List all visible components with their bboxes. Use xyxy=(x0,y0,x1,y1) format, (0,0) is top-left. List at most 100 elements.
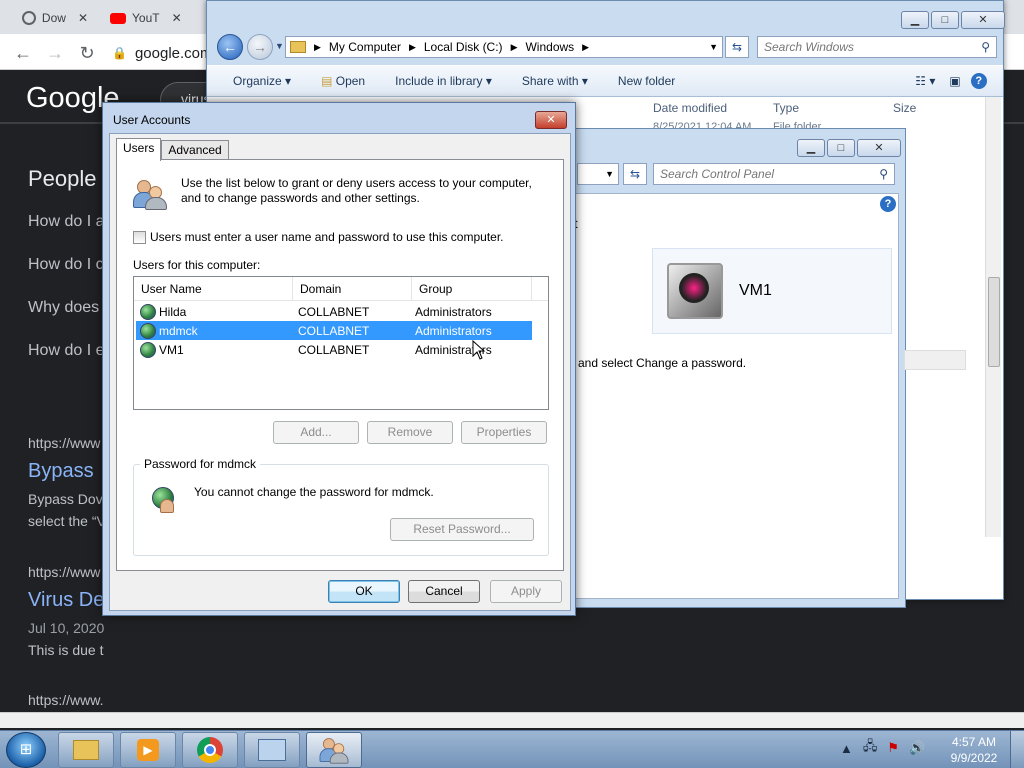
back-icon[interactable]: ← xyxy=(12,42,34,64)
vertical-scrollbar[interactable] xyxy=(985,97,1001,537)
action-center-icon[interactable]: ⚑ xyxy=(887,740,899,756)
column-header-user-name[interactable]: User Name xyxy=(134,277,293,301)
tab-title: Dow xyxy=(41,11,66,25)
paa-question[interactable]: How do I e xyxy=(28,342,104,360)
users-list[interactable]: User Name Domain Group Hilda COLLABNET A… xyxy=(133,276,549,410)
new-folder-button[interactable]: New folder xyxy=(618,74,675,88)
show-desktop-button[interactable] xyxy=(1010,731,1024,768)
breadcrumb-item[interactable]: Windows xyxy=(525,40,574,54)
control-panel-icon xyxy=(258,739,286,761)
apply-button[interactable]: Apply xyxy=(490,580,562,603)
result-cite: https://www xyxy=(28,564,101,580)
column-header-domain[interactable]: Domain xyxy=(293,277,412,301)
horizontal-scrollbar[interactable] xyxy=(0,712,1024,728)
column-header-group[interactable]: Group xyxy=(412,277,532,301)
checkbox-label: Users must enter a user name and passwor… xyxy=(150,230,504,244)
column-header-size[interactable]: Size xyxy=(893,101,916,115)
search-input[interactable]: Search Control Panel ⚲ xyxy=(653,163,895,185)
tab-users[interactable]: Users xyxy=(116,138,162,161)
chrome-tab[interactable]: YouT ✕ xyxy=(102,4,202,32)
refresh-icon[interactable]: ⇆ xyxy=(623,163,647,185)
result-title[interactable]: Bypass xyxy=(28,460,94,483)
properties-button[interactable]: Properties xyxy=(461,421,547,444)
recent-pages-icon[interactable]: ▼ xyxy=(275,41,284,51)
open-button[interactable]: ▤ Open xyxy=(321,74,365,88)
result-snippet: Bypass Dov xyxy=(28,491,103,507)
taskbar-control-panel-button[interactable] xyxy=(244,732,300,768)
must-enter-password-checkbox[interactable]: Users must enter a user name and passwor… xyxy=(133,230,504,244)
reload-icon[interactable]: ↻ xyxy=(76,42,98,64)
minimize-button[interactable]: ▁ xyxy=(797,139,825,157)
close-button[interactable]: ✕ xyxy=(961,11,1005,29)
add-user-button[interactable]: Add... xyxy=(273,421,359,444)
column-header-type[interactable]: Type xyxy=(773,101,799,115)
preview-pane-icon[interactable]: ▣ xyxy=(949,74,960,88)
close-button[interactable]: ✕ xyxy=(857,139,901,157)
chevron-down-icon[interactable]: ▼ xyxy=(577,163,619,185)
include-in-library-menu[interactable]: Include in library ▾ xyxy=(395,74,492,88)
search-input[interactable]: Search Windows ⚲ xyxy=(757,36,997,58)
search-icon[interactable]: ⚲ xyxy=(879,167,888,181)
table-row[interactable]: Hilda COLLABNET Administrators xyxy=(136,302,532,321)
paa-question[interactable]: How do I c xyxy=(28,256,104,274)
scroll-thumb[interactable] xyxy=(988,277,1000,367)
taskbar-user-accounts-button[interactable] xyxy=(306,732,362,768)
result-title[interactable]: Virus De xyxy=(28,589,104,612)
command-bar: Organize ▾ ▤ Open Include in library ▾ S… xyxy=(207,65,1003,97)
forward-icon[interactable]: → xyxy=(44,42,66,64)
taskbar: ⊞ ▶ ▲ 🖧 ⚑ 🔊 4:57 AM 9/9/2022 xyxy=(0,730,1024,768)
dialog-body: Users Advanced Use the list below to gra… xyxy=(109,133,571,611)
taskbar-explorer-button[interactable] xyxy=(58,732,114,768)
chevron-down-icon[interactable]: ▼ xyxy=(709,42,718,52)
close-button[interactable]: ✕ xyxy=(535,111,567,129)
user-picture-icon xyxy=(667,263,723,319)
cancel-button[interactable]: Cancel xyxy=(408,580,480,603)
maximize-button[interactable]: □ xyxy=(931,11,959,29)
close-icon[interactable]: ✕ xyxy=(172,11,182,25)
volume-icon[interactable]: 🔊 xyxy=(909,740,925,756)
show-hidden-icons-icon[interactable]: ▲ xyxy=(840,741,853,756)
breadcrumb-separator: ▶ xyxy=(408,41,416,52)
maximize-button[interactable]: □ xyxy=(827,139,855,157)
remove-user-button[interactable]: Remove xyxy=(367,421,453,444)
search-icon[interactable]: ⚲ xyxy=(981,40,990,54)
paa-question[interactable]: How do I a xyxy=(28,213,104,231)
reset-password-button[interactable]: Reset Password... xyxy=(390,518,534,541)
share-with-menu[interactable]: Share with ▾ xyxy=(522,74,588,88)
taskbar-media-player-button[interactable]: ▶ xyxy=(120,732,176,768)
group-cell: Administrators xyxy=(415,323,492,338)
clock[interactable]: 4:57 AM 9/9/2022 xyxy=(946,734,1002,766)
breadcrumb-item[interactable]: My Computer xyxy=(329,40,401,54)
taskbar-chrome-button[interactable] xyxy=(182,732,238,768)
back-icon[interactable]: ← xyxy=(217,34,243,60)
ok-button[interactable]: OK xyxy=(328,580,400,603)
breadcrumb-separator: ▶ xyxy=(582,41,590,52)
explorer-icon xyxy=(73,740,99,760)
help-icon[interactable]: ? xyxy=(880,196,896,212)
password-group-title: Password for mdmck xyxy=(140,457,261,471)
clock-date: 9/9/2022 xyxy=(950,751,998,765)
table-row-selected[interactable]: mdmck COLLABNET Administrators xyxy=(136,321,532,340)
people-also-ask-heading: People xyxy=(28,166,97,191)
refresh-icon[interactable]: ⇆ xyxy=(725,36,749,58)
column-header-date[interactable]: Date modified xyxy=(653,101,727,115)
breadcrumb-item[interactable]: Local Disk (C:) xyxy=(424,40,503,54)
folder-icon xyxy=(290,41,306,53)
network-icon[interactable]: 🖧 xyxy=(863,737,878,759)
views-icon[interactable]: ☷ ▾ xyxy=(915,74,935,88)
forward-icon[interactable]: → xyxy=(247,34,273,60)
paa-question[interactable]: Why does xyxy=(28,299,99,317)
domain-cell: COLLABNET xyxy=(298,323,370,338)
minimize-button[interactable]: ▁ xyxy=(901,11,929,29)
close-icon[interactable]: ✕ xyxy=(78,11,88,25)
checkbox[interactable] xyxy=(133,230,146,244)
user-account-tile[interactable]: VM1 xyxy=(652,248,892,334)
user-accounts-dialog: User Accounts ✕ Users Advanced Use the l… xyxy=(102,102,576,616)
tab-advanced[interactable]: Advanced xyxy=(161,140,229,160)
address-bar[interactable]: ▶ My Computer ▶ Local Disk (C:) ▶ Window… xyxy=(285,36,723,58)
organize-menu[interactable]: Organize ▾ xyxy=(233,74,291,88)
chrome-tab[interactable]: Dow ✕ xyxy=(14,4,96,32)
start-button[interactable]: ⊞ xyxy=(6,732,46,768)
users-icon xyxy=(133,178,167,210)
help-icon[interactable]: ? xyxy=(970,73,987,89)
